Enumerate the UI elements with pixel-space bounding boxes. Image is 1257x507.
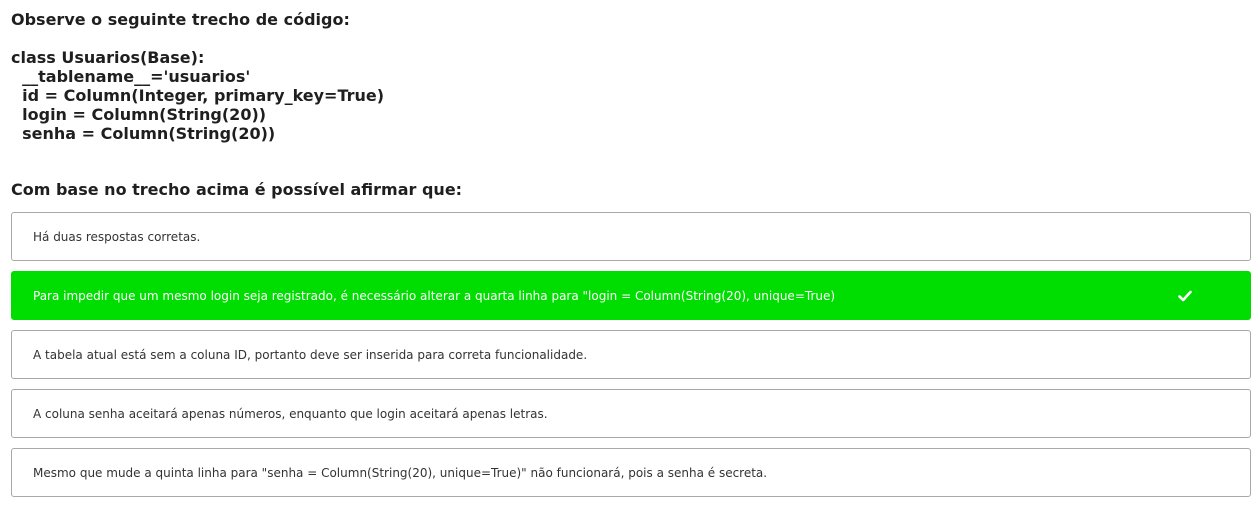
answer-option-label: Mesmo que mude a quinta linha para "senh…	[33, 465, 768, 480]
code-line: senha = Column(String(20))	[11, 124, 276, 143]
question-intro: Observe o seguinte trecho de código:	[11, 10, 350, 29]
code-line: class Usuarios(Base):	[11, 48, 205, 67]
answer-option-d[interactable]: A coluna senha aceitará apenas números, …	[11, 389, 1251, 438]
answer-option-e[interactable]: Mesmo que mude a quinta linha para "senh…	[11, 448, 1251, 497]
answer-option-label: A coluna senha aceitará apenas números, …	[33, 406, 548, 421]
answer-option-label: Há duas respostas corretas.	[33, 229, 201, 244]
code-line: login = Column(String(20))	[11, 105, 267, 124]
answer-options: Há duas respostas corretas. Para impedir…	[11, 212, 1251, 507]
question-block: Observe o seguinte trecho de código: cla…	[11, 10, 1241, 143]
code-line: __tablename__='usuarios'	[11, 67, 251, 86]
answer-option-label: A tabela atual está sem a coluna ID, por…	[33, 347, 588, 362]
answer-option-label: Para impedir que um mesmo login seja reg…	[33, 288, 836, 303]
code-snippet: class Usuarios(Base): __tablename__='usu…	[11, 48, 1241, 143]
answer-option-b[interactable]: Para impedir que um mesmo login seja reg…	[11, 271, 1251, 320]
answer-option-c[interactable]: A tabela atual está sem a coluna ID, por…	[11, 330, 1251, 379]
code-line: id = Column(Integer, primary_key=True)	[11, 86, 385, 105]
question-prompt: Com base no trecho acima é possível afir…	[11, 180, 463, 199]
answer-option-a[interactable]: Há duas respostas corretas.	[11, 212, 1251, 261]
check-icon	[1178, 290, 1192, 301]
